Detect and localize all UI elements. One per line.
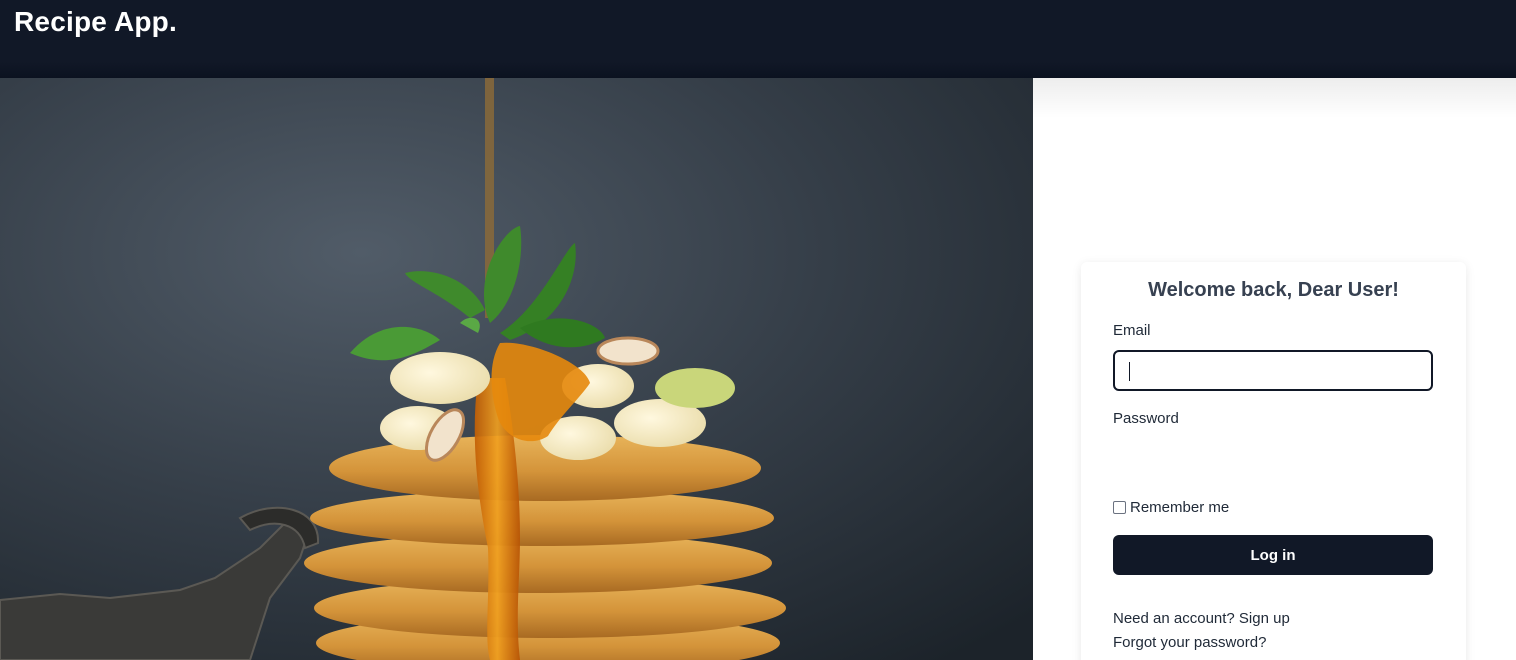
login-button[interactable]: Log in [1113,535,1433,575]
email-input[interactable] [1113,350,1433,391]
welcome-heading: Welcome back, Dear User! [1148,279,1399,301]
top-navbar: Recipe App. [0,0,1516,78]
text-caret [1129,362,1130,381]
brand-logo-text[interactable]: Recipe App. [14,6,177,38]
login-card: Welcome back, Dear User! Email Password … [1081,262,1466,660]
hero-pancake-image [0,78,1033,660]
pancake-illustration [0,78,1033,660]
remember-me-row[interactable]: Remember me [1113,499,1229,516]
forgot-password-link[interactable]: Forgot your password? [1113,634,1266,651]
remember-me-checkbox[interactable] [1113,501,1126,514]
password-label: Password [1113,410,1179,427]
remember-me-label[interactable]: Remember me [1130,499,1229,516]
email-label: Email [1113,322,1151,339]
signup-link[interactable]: Need an account? Sign up [1113,610,1290,627]
